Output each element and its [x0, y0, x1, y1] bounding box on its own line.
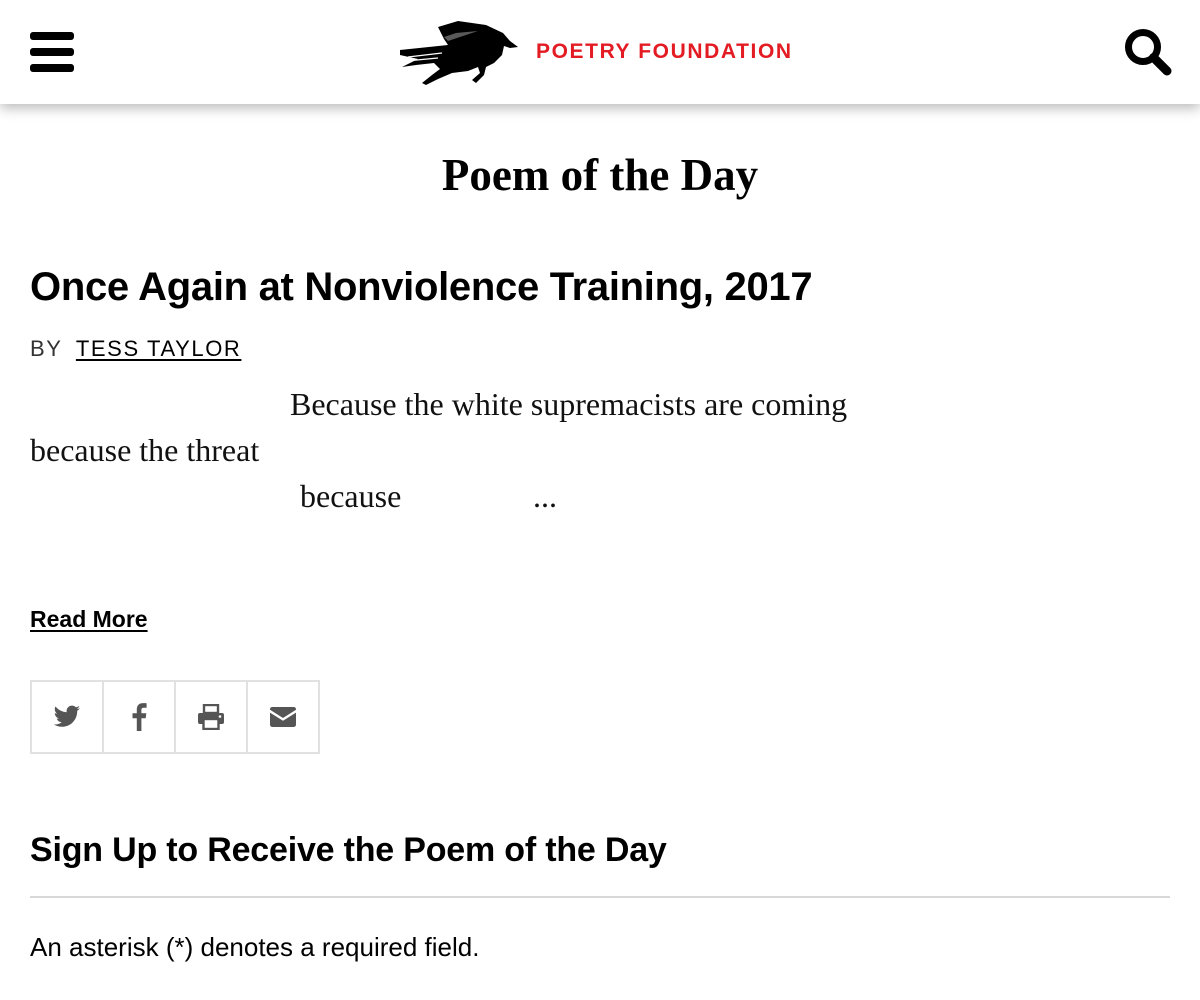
signup-heading: Sign Up to Receive the Poem of the Day — [30, 831, 667, 869]
poem-excerpt-ellipsis: ... — [533, 478, 557, 514]
search-icon[interactable] — [1122, 26, 1174, 78]
divider — [30, 896, 1170, 898]
share-twitter-button[interactable] — [30, 680, 104, 754]
read-more-link[interactable]: Read More — [30, 606, 148, 633]
logo-text: POETRY FOUNDATION — [536, 40, 793, 63]
pegasus-icon — [400, 21, 518, 85]
required-field-note: An asterisk (*) denotes a required field… — [30, 932, 480, 962]
poem-title: Once Again at Nonviolence Training, 2017 — [30, 265, 813, 309]
site-header: POETRY FOUNDATION — [0, 0, 1200, 104]
hamburger-menu-icon[interactable] — [30, 32, 74, 72]
share-buttons — [30, 680, 320, 754]
page-title: Poem of the Day — [441, 150, 759, 200]
site-logo[interactable]: POETRY FOUNDATION — [398, 14, 804, 90]
author-link[interactable]: TESS TAYLOR — [76, 336, 242, 361]
byline: BY TESS TAYLOR — [30, 336, 241, 362]
share-facebook-button[interactable] — [102, 680, 176, 754]
print-icon — [198, 704, 224, 730]
share-email-button[interactable] — [246, 680, 320, 754]
facebook-icon — [132, 703, 147, 731]
poem-excerpt-line: because the threat — [30, 432, 260, 468]
share-print-button[interactable] — [174, 680, 248, 754]
envelope-icon — [270, 707, 296, 727]
twitter-icon — [53, 705, 80, 727]
poem-excerpt-line: Because the white supremacists are comin… — [290, 386, 848, 422]
by-label: BY — [30, 336, 63, 361]
poem-excerpt-line: because — [300, 478, 402, 514]
